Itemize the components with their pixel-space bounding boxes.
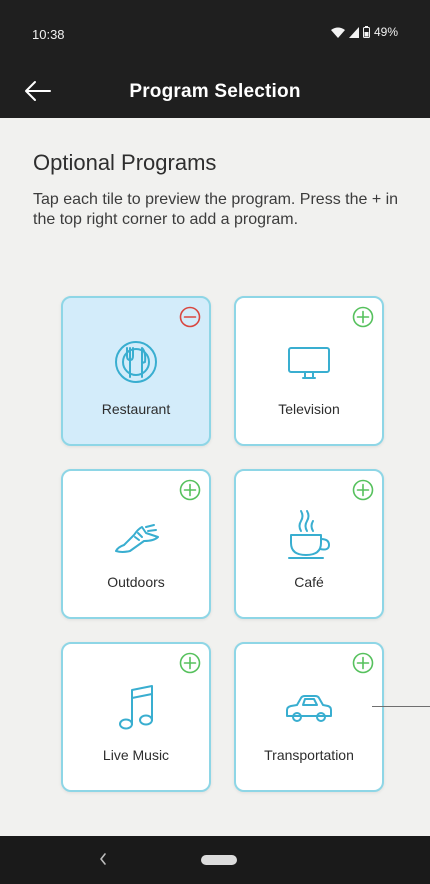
tile-label: Transportation — [264, 747, 354, 763]
coffee-cup-icon — [288, 510, 330, 559]
tile-label: Restaurant — [101, 401, 171, 417]
add-program-button[interactable] — [352, 652, 374, 674]
tile-icon-wrap — [63, 507, 209, 563]
app-bar: Program Selection — [0, 66, 430, 118]
status-time: 10:38 — [32, 27, 65, 42]
tile-label: Live Music — [102, 747, 170, 763]
system-back-button[interactable] — [97, 851, 109, 867]
battery-percent: 49% — [373, 25, 398, 39]
tile-icon-wrap — [63, 334, 209, 390]
tile-icon-wrap — [236, 680, 382, 736]
callout-line — [372, 706, 430, 707]
plus-circle-icon — [179, 652, 201, 674]
wifi-icon — [330, 27, 345, 38]
car-icon — [286, 695, 332, 722]
plus-circle-icon — [352, 652, 374, 674]
program-tile-transportation[interactable]: Transportation — [234, 642, 384, 792]
tile-label: Café — [294, 574, 324, 590]
page-title: Program Selection — [129, 81, 301, 102]
plus-circle-icon — [179, 479, 201, 501]
chevron-left-icon — [100, 853, 106, 865]
program-tile-television[interactable]: Television — [234, 296, 384, 446]
music-note-icon — [119, 685, 153, 730]
home-pill-button[interactable] — [201, 855, 237, 865]
program-tile-outdoors[interactable]: Outdoors — [61, 469, 211, 619]
sneaker-icon — [115, 524, 159, 553]
restaurant-icon — [115, 341, 157, 383]
tile-icon-wrap — [236, 507, 382, 563]
add-program-button[interactable] — [179, 479, 201, 501]
program-tile-cafe[interactable]: Café — [234, 469, 384, 619]
cell-signal-icon — [348, 26, 359, 38]
add-program-button[interactable] — [179, 652, 201, 674]
minus-circle-icon — [179, 306, 201, 328]
television-icon — [288, 347, 330, 379]
status-icons: 49% — [330, 25, 398, 39]
section-heading: Optional Programs — [33, 150, 217, 175]
section-description: Tap each tile to preview the program. Pr… — [33, 191, 399, 228]
plus-circle-icon — [352, 306, 374, 328]
plus-circle-icon — [352, 479, 374, 501]
program-tile-restaurant[interactable]: Restaurant — [61, 296, 211, 446]
tile-label: Outdoors — [107, 574, 165, 590]
remove-program-button[interactable] — [179, 306, 201, 328]
battery-icon — [362, 26, 370, 38]
tile-icon-wrap — [236, 334, 382, 390]
system-nav-bar — [0, 836, 430, 884]
status-bar: 10:38 49% — [0, 0, 430, 66]
tile-label: Television — [278, 401, 340, 417]
tile-icon-wrap — [63, 680, 209, 736]
program-tile-live-music[interactable]: Live Music — [61, 642, 211, 792]
add-program-button[interactable] — [352, 306, 374, 328]
add-program-button[interactable] — [352, 479, 374, 501]
